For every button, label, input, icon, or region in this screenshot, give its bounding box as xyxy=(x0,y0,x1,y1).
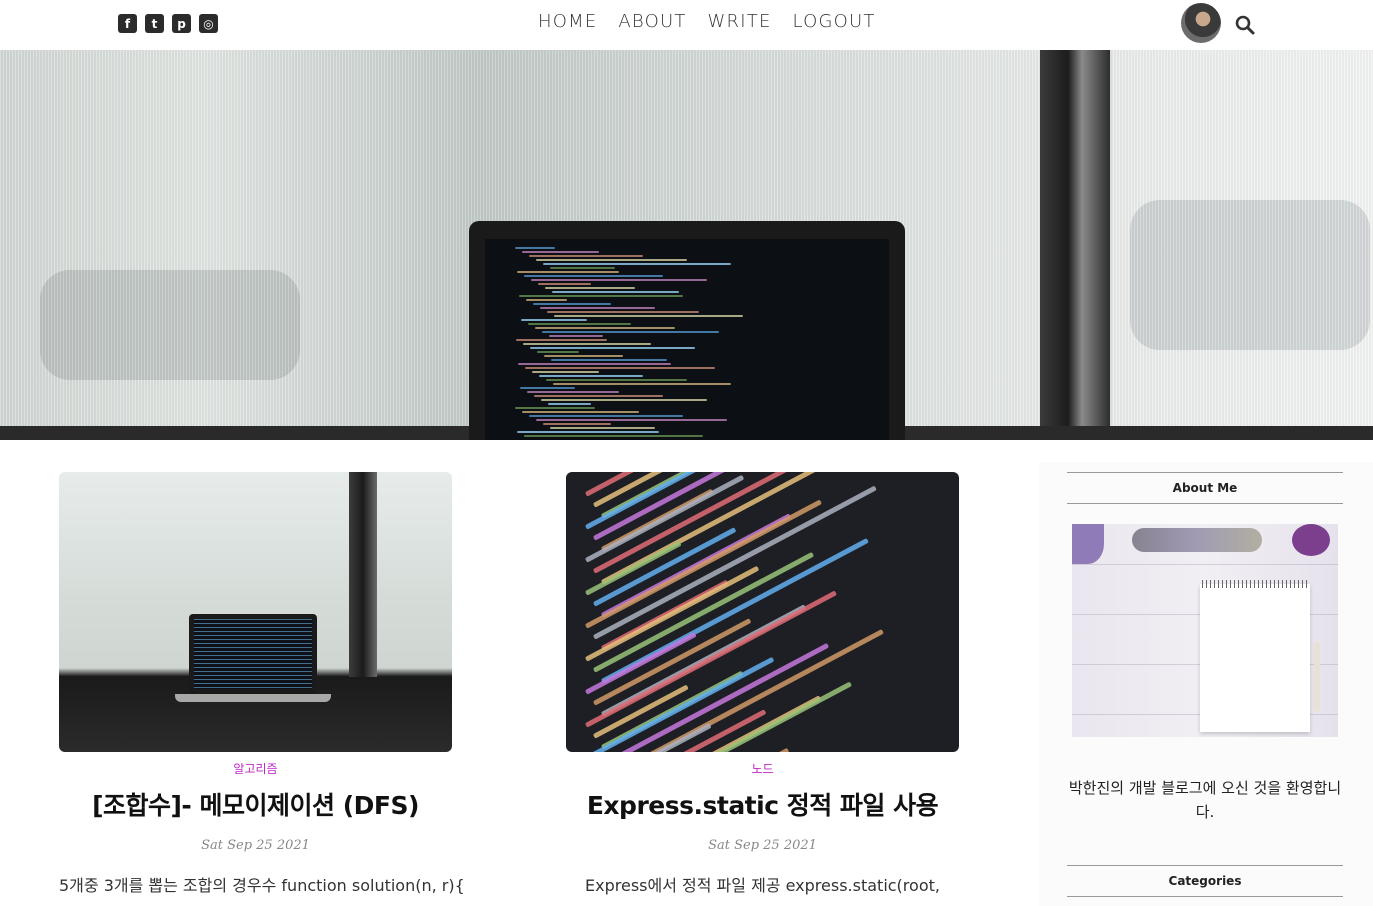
sidebar: About Me 박한진의 개발 블로그에 오신 것을 환영합니다. Categ… xyxy=(1039,462,1373,906)
user-avatar[interactable] xyxy=(1181,3,1221,43)
post-card[interactable]: 알고리즘 [조합수]- 메모이제이션 (DFS) Sat Sep 25 2021… xyxy=(59,472,465,899)
nav-home-link[interactable]: HOME xyxy=(538,11,597,32)
about-me-heading: About Me xyxy=(1067,472,1343,504)
about-me-image xyxy=(1072,524,1338,737)
nav-about-link[interactable]: ABOUT xyxy=(618,11,686,32)
post-thumbnail[interactable] xyxy=(566,472,959,752)
post-title[interactable]: Express.static 정적 파일 사용 xyxy=(566,786,959,822)
post-card[interactable]: 노드 Express.static 정적 파일 사용 Sat Sep 25 20… xyxy=(566,472,959,899)
post-date: Sat Sep 25 2021 xyxy=(201,838,310,853)
nav-write-link[interactable]: WRITE xyxy=(708,11,772,32)
post-date: Sat Sep 25 2021 xyxy=(708,838,817,853)
instagram-icon[interactable]: ◎ xyxy=(199,14,218,33)
post-excerpt: 5개중 3개를 뽑는 조합의 경우수 function solution(n, … xyxy=(59,876,465,895)
post-category[interactable]: 노드 xyxy=(566,760,959,778)
main-nav: HOME ABOUT WRITE LOGOUT xyxy=(538,11,876,32)
categories-heading: Categories xyxy=(1067,865,1343,897)
post-excerpt: Express에서 정적 파일 제공 express.static(root, xyxy=(585,876,940,895)
nav-logout-link[interactable]: LOGOUT xyxy=(793,11,876,32)
facebook-icon[interactable]: f xyxy=(118,14,137,33)
post-category[interactable]: 알고리즘 xyxy=(59,760,452,778)
post-thumbnail[interactable] xyxy=(59,472,452,752)
top-bar: f t p ◎ HOME ABOUT WRITE LOGOUT xyxy=(0,0,1373,50)
hero-laptop xyxy=(469,221,905,440)
post-title[interactable]: [조합수]- 메모이제이션 (DFS) xyxy=(59,786,452,822)
about-me-text: 박한진의 개발 블로그에 오신 것을 환영합니다. xyxy=(1068,779,1342,821)
pinterest-icon[interactable]: p xyxy=(172,14,191,33)
twitter-icon[interactable]: t xyxy=(145,14,164,33)
social-links: f t p ◎ xyxy=(118,14,218,33)
search-icon[interactable] xyxy=(1234,14,1256,36)
hero-image xyxy=(0,50,1373,440)
